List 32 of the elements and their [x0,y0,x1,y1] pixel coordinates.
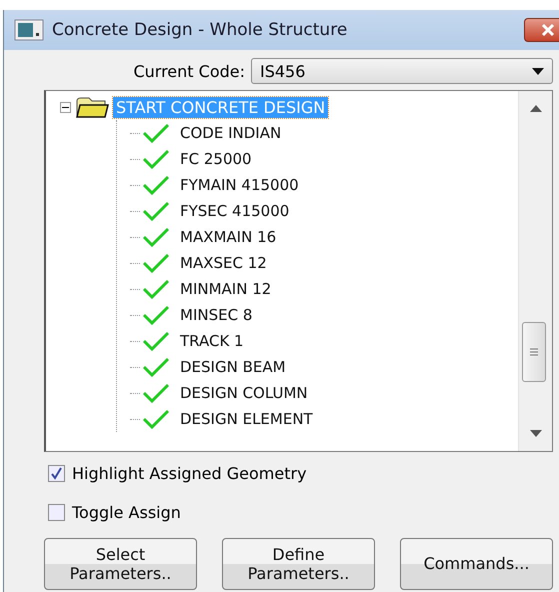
checkbox-label[interactable]: Toggle Assign [72,502,181,522]
caret-icon[interactable] [532,68,544,74]
folder-icon [75,96,109,118]
tree-item[interactable]: MINMAIN 12 [180,280,272,298]
scroll-down-icon[interactable] [530,430,542,437]
tree-item[interactable]: FYSEC 415000 [180,202,290,220]
grip-icon[interactable] [530,348,538,356]
action-button[interactable]: Select Parameters.. [44,538,197,590]
tree-item[interactable]: DESIGN COLUMN [180,384,308,402]
collapse-icon[interactable] [60,102,71,112]
window-title: Concrete Design - Whole Structure [52,20,348,40]
action-button[interactable]: Define Parameters.. [222,538,375,590]
close-icon[interactable] [541,23,555,37]
app-icon [14,19,44,41]
close-button[interactable] [524,18,559,42]
tree-item[interactable]: MINSEC 8 [180,306,252,324]
tree-item[interactable]: FC 25000 [180,150,252,168]
scrollbar[interactable] [518,91,552,451]
action-button[interactable]: Commands... [400,538,553,590]
tree-item[interactable]: FYMAIN 415000 [180,176,299,194]
checkbox[interactable] [48,504,65,520]
tree-item[interactable]: MAXMAIN 16 [180,228,276,246]
checkbox[interactable] [48,464,65,482]
tree-item[interactable]: CODE INDIAN [180,124,282,142]
tree-item[interactable]: TRACK 1 [180,332,244,350]
code-dropdown[interactable]: IS456 [251,58,553,84]
scroll-up-icon[interactable] [530,105,542,112]
tree-item[interactable]: DESIGN ELEMENT [180,410,313,428]
tree-item[interactable]: DESIGN BEAM [180,358,286,376]
tree-item[interactable]: MAXSEC 12 [180,254,267,272]
checkbox-label[interactable]: Highlight Assigned Geometry [72,464,307,482]
current-code-label: Current Code: [133,62,245,80]
